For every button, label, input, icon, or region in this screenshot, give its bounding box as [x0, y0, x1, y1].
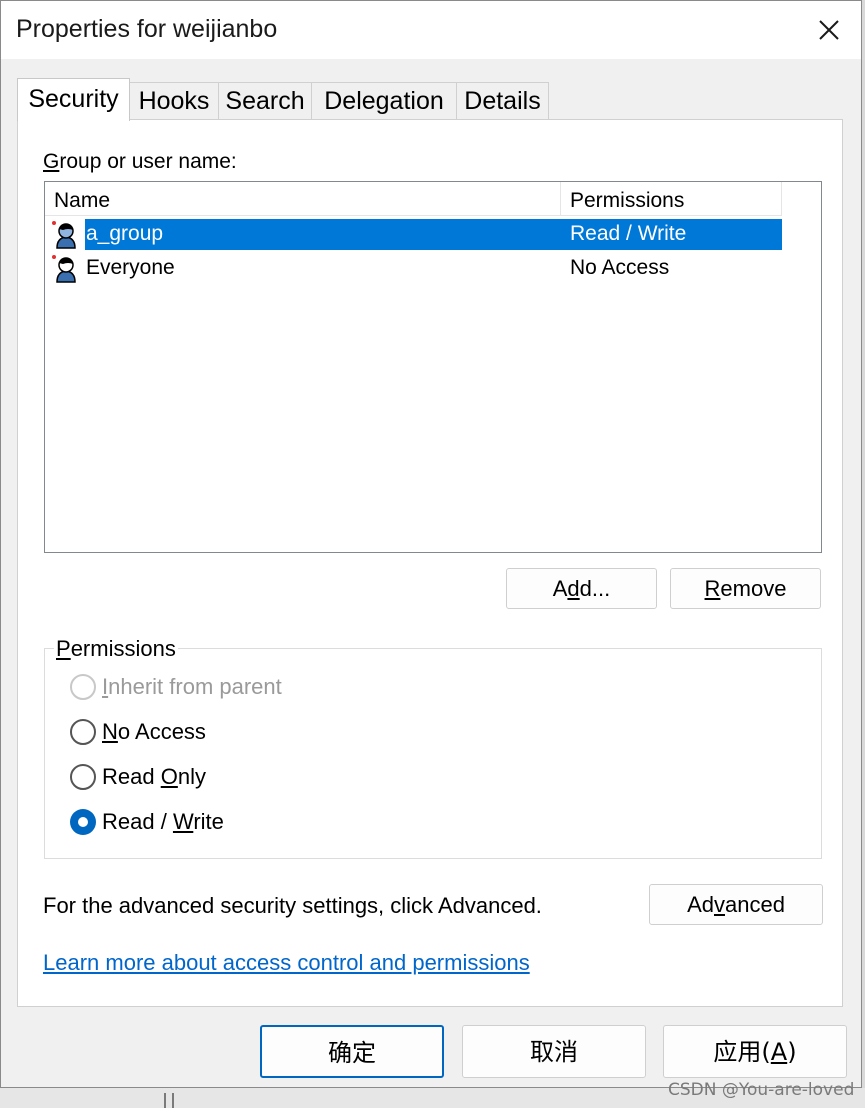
radio-read-only[interactable]: Read Only: [70, 762, 206, 792]
group-or-user-label: Group or user name:: [43, 150, 237, 173]
background-scrollbar: [164, 1093, 174, 1108]
user-group-icon: [52, 255, 76, 283]
radio-no-access[interactable]: No Access: [70, 717, 206, 747]
advanced-description: For the advanced security settings, clic…: [43, 893, 542, 918]
tab-search[interactable]: Search: [218, 82, 312, 119]
apply-button[interactable]: 应用(A): [663, 1025, 847, 1078]
close-icon: [819, 20, 839, 40]
list-header: Name Permissions: [45, 182, 782, 216]
user-group-icon: [52, 221, 76, 249]
entry-permission: Read / Write: [570, 222, 687, 245]
window-title: Properties for weijianbo: [16, 15, 278, 43]
permissions-group-title: Permissions: [54, 636, 178, 662]
radio-inherit-from-parent[interactable]: Inherit from parent: [70, 672, 282, 702]
column-header-name[interactable]: Name: [45, 182, 561, 215]
close-button[interactable]: [809, 11, 849, 49]
cancel-button[interactable]: 取消: [462, 1025, 646, 1078]
list-item[interactable]: Everyone No Access: [45, 252, 782, 285]
tab-delegation[interactable]: Delegation: [311, 82, 457, 119]
radio-button[interactable]: [70, 764, 96, 790]
radio-button[interactable]: [70, 719, 96, 745]
ok-button[interactable]: 确定: [260, 1025, 444, 1078]
radio-button-checked[interactable]: [70, 809, 96, 835]
list-item[interactable]: a_group Read / Write: [45, 218, 782, 251]
add-button[interactable]: Add...: [506, 568, 657, 609]
column-header-permissions[interactable]: Permissions: [561, 182, 782, 215]
remove-button[interactable]: Remove: [670, 568, 821, 609]
radio-read-write[interactable]: Read / Write: [70, 807, 224, 837]
properties-dialog: Properties for weijianbo Security Hooks …: [0, 0, 862, 1088]
user-list[interactable]: Name Permissions a_group Read / Write Ev…: [44, 181, 822, 553]
advanced-button[interactable]: Advanced: [649, 884, 823, 925]
entry-name: a_group: [86, 222, 164, 245]
entry-permission: No Access: [570, 256, 670, 279]
title-bar: Properties for weijianbo: [1, 1, 861, 59]
entry-name: Everyone: [86, 256, 175, 279]
security-tab-panel: Group or user name: Name Permissions a_g…: [17, 119, 843, 1007]
tab-hooks[interactable]: Hooks: [129, 82, 219, 119]
tab-details[interactable]: Details: [456, 82, 549, 119]
radio-button[interactable]: [70, 674, 96, 700]
learn-more-link[interactable]: Learn more about access control and perm…: [43, 950, 530, 976]
watermark: CSDN @You-are-loved: [668, 1080, 855, 1100]
tab-security[interactable]: Security: [17, 78, 130, 121]
